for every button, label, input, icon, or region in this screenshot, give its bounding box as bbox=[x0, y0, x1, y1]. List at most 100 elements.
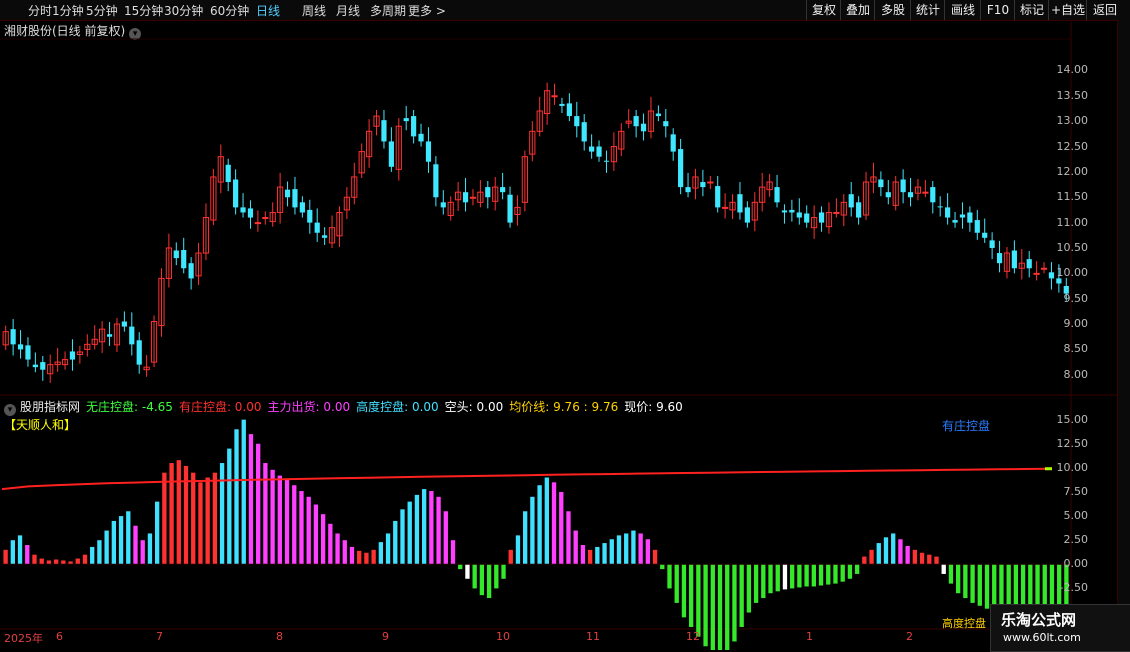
indicator-bar bbox=[227, 448, 232, 565]
candle-body bbox=[781, 210, 788, 213]
candle-body bbox=[69, 351, 76, 360]
indicator-bar bbox=[984, 564, 990, 609]
indicator-bar bbox=[717, 564, 723, 650]
candle-body bbox=[818, 212, 825, 223]
indicator-bar bbox=[508, 549, 513, 565]
indicator-bar bbox=[407, 501, 412, 565]
indicator-bar bbox=[941, 564, 946, 574]
candle-body bbox=[900, 179, 906, 193]
indicator-bar bbox=[537, 485, 542, 565]
indicator-bar bbox=[898, 539, 903, 565]
indicator-bar bbox=[688, 564, 694, 627]
price-tick-label: 9.50 bbox=[1063, 291, 1089, 305]
indicator-bar bbox=[761, 564, 766, 599]
indicator-bar bbox=[292, 485, 297, 565]
candle-body bbox=[129, 326, 135, 345]
indicator-value: 高度控盘: 0.00 bbox=[356, 400, 439, 414]
indicator-bar bbox=[883, 537, 889, 565]
date-tick-label: 7 bbox=[156, 630, 163, 643]
indicator-bar bbox=[212, 472, 218, 565]
candle-body bbox=[967, 212, 973, 223]
candle-body bbox=[907, 192, 914, 198]
candle-body bbox=[25, 345, 31, 360]
indicator-tick-label: 5.00 bbox=[1063, 509, 1089, 523]
date-tick-label: 10 bbox=[496, 630, 510, 643]
price-tick-label: 13.50 bbox=[1056, 88, 1089, 102]
candle-body bbox=[566, 103, 572, 117]
candle-body bbox=[559, 103, 565, 106]
indicator-bar bbox=[364, 552, 369, 565]
indicator-bar bbox=[17, 535, 23, 565]
chevron-down-icon[interactable]: ▾ bbox=[4, 404, 16, 416]
candle-body bbox=[1040, 267, 1048, 270]
candle-body bbox=[959, 214, 966, 218]
indicator-value: 均价线: 9.76 : 9.76 bbox=[509, 400, 619, 414]
candle-body bbox=[1048, 272, 1055, 279]
indicator-bar bbox=[927, 554, 932, 565]
candle-body bbox=[596, 146, 602, 157]
candle-body bbox=[500, 187, 506, 193]
candle-body bbox=[240, 207, 246, 213]
candle-body bbox=[707, 181, 714, 184]
indicator-bar bbox=[573, 530, 578, 565]
date-tick-label: 12 bbox=[686, 630, 700, 643]
candle-body bbox=[284, 189, 291, 198]
candle-body bbox=[433, 164, 439, 198]
indicator-bar bbox=[948, 564, 954, 584]
indicator-bar bbox=[263, 463, 268, 565]
indicator-bar bbox=[342, 540, 347, 565]
indicator-bar bbox=[970, 564, 975, 603]
candle-body bbox=[17, 344, 24, 350]
price-tick-label: 8.00 bbox=[1063, 367, 1089, 381]
candle-body bbox=[1011, 250, 1017, 269]
annotation-note: 有庄控盘 bbox=[942, 419, 991, 433]
indicator-bar bbox=[335, 533, 340, 565]
candle-body bbox=[655, 113, 661, 117]
candle-body bbox=[804, 213, 810, 223]
indicator-bar bbox=[198, 482, 203, 565]
candle-body bbox=[507, 194, 513, 223]
indicator-bar bbox=[219, 463, 225, 565]
indicator-bar bbox=[681, 564, 687, 618]
candle-body bbox=[930, 187, 936, 203]
candle-body bbox=[945, 207, 951, 218]
indicator-bar bbox=[3, 549, 8, 565]
candle-body bbox=[678, 149, 684, 188]
indicator-bar bbox=[826, 564, 831, 585]
indicator-bar bbox=[39, 558, 44, 565]
candle-body bbox=[411, 116, 417, 137]
indicator-bar bbox=[176, 460, 181, 565]
indicator-bar bbox=[75, 558, 80, 565]
indicator-bar bbox=[862, 556, 867, 565]
candle-body bbox=[10, 329, 16, 345]
candle-body bbox=[106, 334, 113, 337]
indicator-bar bbox=[104, 530, 109, 565]
indicator-bar bbox=[385, 533, 391, 565]
candle-body bbox=[996, 253, 1003, 264]
indicator-value: 有庄控盘: 0.00 bbox=[178, 400, 262, 414]
right-side-panel[interactable] bbox=[1117, 20, 1130, 630]
indicator-bar bbox=[494, 564, 499, 589]
indicator-bar bbox=[811, 564, 816, 587]
indicator-bar bbox=[891, 533, 896, 565]
indicator-bar bbox=[191, 472, 196, 565]
indicator-bar bbox=[320, 514, 326, 565]
candle-body bbox=[663, 121, 669, 127]
price-tick-label: 14.00 bbox=[1056, 63, 1089, 77]
candle-body bbox=[262, 217, 269, 220]
candle-body bbox=[670, 134, 676, 152]
indicator-bar bbox=[25, 545, 30, 565]
candle-body bbox=[603, 160, 610, 162]
indicator-bar bbox=[10, 540, 15, 565]
indicator-tick-label: 0.00 bbox=[1063, 557, 1089, 571]
candle-body bbox=[774, 187, 780, 203]
indicator-bar bbox=[919, 552, 925, 565]
candle-body bbox=[700, 182, 706, 188]
indicator-bar bbox=[674, 564, 679, 603]
indicator-bar bbox=[486, 564, 492, 599]
candle-body bbox=[551, 95, 558, 98]
indicator-bar bbox=[710, 564, 715, 650]
candle-body bbox=[254, 222, 261, 225]
price-tick-label: 10.50 bbox=[1056, 240, 1089, 254]
price-chart bbox=[0, 20, 1130, 650]
